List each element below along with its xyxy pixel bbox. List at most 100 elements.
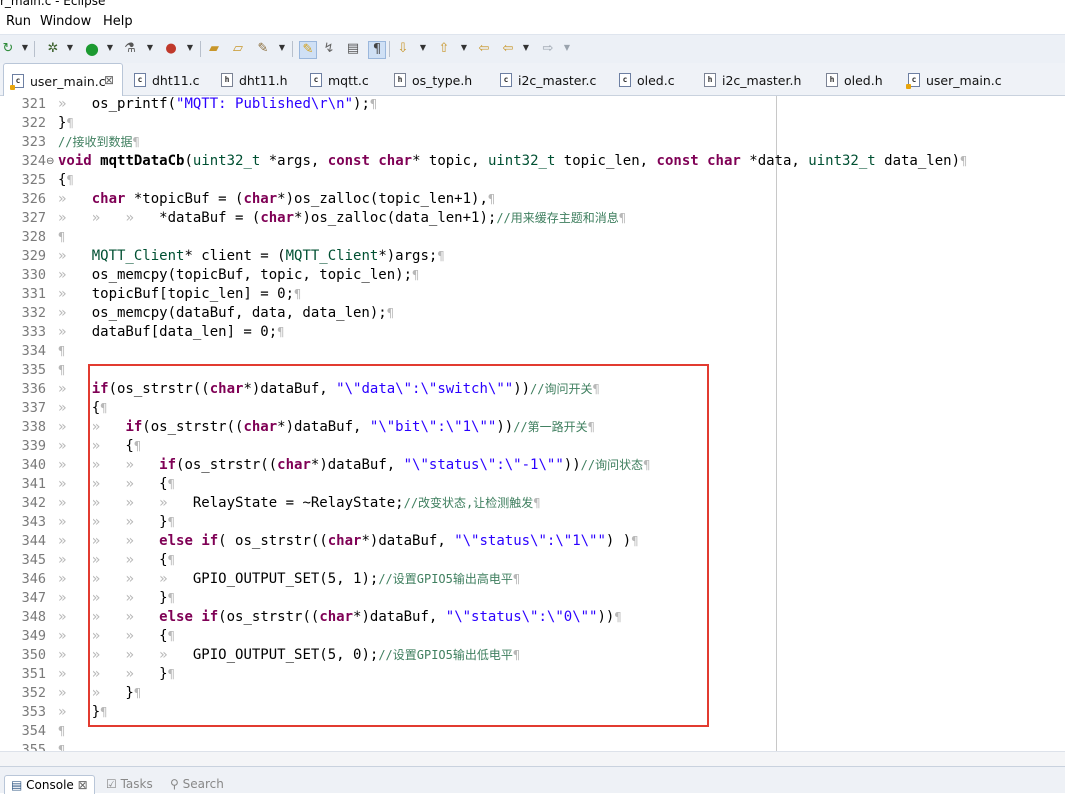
refresh-dropdown[interactable]: ▼ [21, 43, 29, 53]
editor-tab[interactable]: h dht11.h [213, 63, 295, 95]
wand-dropdown[interactable]: ▼ [278, 43, 286, 53]
search-icon: ⚲ [170, 777, 183, 791]
code-line[interactable]: 321 » os_printf("MQTT: Published\r\n");¶ [0, 96, 1065, 114]
header-file-icon: h [221, 73, 233, 87]
line-number: 345 [21, 552, 46, 568]
previous-annotation-icon[interactable]: ⇧ [436, 41, 452, 57]
window-title: r_main.c - Eclipse [0, 0, 106, 8]
close-icon[interactable]: ⊠ [104, 73, 114, 87]
tab-tasks[interactable]: ☑ Tasks [106, 777, 153, 793]
coverage-icon[interactable]: ● [163, 41, 179, 57]
run-dropdown[interactable]: ▼ [106, 43, 114, 53]
next-annotation-dropdown[interactable]: ▼ [419, 43, 427, 53]
forward-icon[interactable]: ⇨ [540, 41, 556, 57]
code-line[interactable]: 328 ¶ [0, 228, 1065, 247]
editor-tab[interactable]: c mqtt.c [302, 63, 378, 95]
line-number: 325 [21, 172, 46, 188]
editor-tab[interactable]: c i2c_master.c [492, 63, 604, 95]
line-number: 330 [21, 267, 46, 283]
back-icon[interactable]: ⇦ [500, 41, 516, 57]
code-text: * topic, [412, 153, 488, 169]
forward-dropdown[interactable]: ▼ [563, 43, 571, 53]
toggle-mark-icon[interactable]: ↯ [321, 41, 337, 57]
code-line[interactable]: 334 ¶ [0, 342, 1065, 361]
tab-label: dht11.c [152, 73, 200, 88]
tab-search[interactable]: ⚲ Search [170, 777, 224, 793]
editor-tab[interactable]: c dht11.c [126, 63, 206, 95]
pilcrow: ¶ [437, 249, 445, 263]
code-content: void mqttDataCb(uint32_t *args, const ch… [58, 152, 967, 171]
indent-guide: » [58, 400, 75, 416]
code-text: dataBuf[data_len] = 0; [74, 324, 278, 340]
back-dropdown[interactable]: ▼ [522, 43, 530, 53]
code-line[interactable]: 322}¶ [0, 114, 1065, 133]
tab-label: dht11.h [239, 73, 288, 88]
previous-annotation-dropdown[interactable]: ▼ [460, 43, 468, 53]
code-line[interactable]: 333 » dataBuf[data_len] = 0;¶ [0, 323, 1065, 342]
tab-console[interactable]: ▤ Console ⊠ [4, 775, 95, 794]
menu-help[interactable]: Help [103, 14, 133, 29]
code-line[interactable]: 332 » os_memcpy(dataBuf, data, data_len);… [0, 304, 1065, 323]
wand-icon[interactable]: ✎ [255, 41, 271, 57]
code-content: ¶ [58, 361, 65, 380]
indent-guide: » [58, 305, 75, 321]
fold-toggle-icon[interactable]: ⊖ [46, 152, 54, 171]
refresh-icon[interactable]: ↻ [0, 41, 16, 57]
show-whitespace-icon[interactable]: ¶ [368, 41, 386, 59]
indent-guide: » [58, 96, 75, 112]
coverage-dropdown[interactable]: ▼ [186, 43, 194, 53]
last-edit-icon[interactable]: ⇦ [476, 41, 492, 57]
line-number: 343 [21, 514, 46, 530]
menu-window[interactable]: Window [40, 14, 91, 29]
editor-tab[interactable]: c user_main.c ⊠ [3, 63, 123, 96]
keyword: const [327, 153, 370, 169]
code-line[interactable]: 325 {¶ [0, 171, 1065, 190]
code-content: ¶ [58, 342, 65, 361]
code-line[interactable]: 330 » os_memcpy(topicBuf, topic, topic_le… [0, 266, 1065, 285]
editor-tab[interactable]: c oled.c [611, 63, 689, 95]
external-tools-icon[interactable]: ⚗ [122, 41, 138, 57]
menu-run[interactable]: Run [6, 14, 31, 29]
line-number: 337 [21, 400, 46, 416]
code-line[interactable]: 329» MQTT_Client* client = (MQTT_Client*… [0, 247, 1065, 266]
debug-icon[interactable]: ✲ [45, 41, 61, 57]
external-tools-dropdown[interactable]: ▼ [146, 43, 154, 53]
editor-tab[interactable]: h oled.h [818, 63, 894, 95]
code-line[interactable]: 331 » topicBuf[topic_len] = 0;¶ [0, 285, 1065, 304]
indent-guide: » [58, 647, 75, 663]
comment: //用来缓存主题和消息 [496, 211, 619, 225]
code-content: //接收到数据¶ [58, 133, 140, 152]
editor-tab[interactable]: c user_main.c [900, 63, 1010, 95]
code-line[interactable]: 327 » » » *dataBuf = (char*)os_zalloc(dat… [0, 209, 1065, 228]
code-line[interactable]: 324 ⊖ void mqttDataCb(uint32_t *args, cons… [0, 152, 1065, 171]
keyword: char [378, 153, 413, 169]
debug-dropdown[interactable]: ▼ [66, 43, 74, 53]
code-line[interactable]: 326» char *topicBuf = (char*)os_zalloc(t… [0, 190, 1065, 209]
run-icon[interactable]: ● [84, 41, 100, 57]
next-annotation-icon[interactable]: ⇩ [395, 41, 411, 57]
open-folder-icon[interactable]: ▰ [206, 41, 222, 57]
code-text: ( [184, 153, 193, 169]
tasks-icon: ☑ [106, 777, 121, 791]
keyword: char [243, 191, 278, 207]
code-text: * client = ( [184, 248, 286, 264]
highlight-icon[interactable]: ✎ [299, 41, 317, 59]
keyword: void [58, 153, 92, 169]
pilcrow: ¶ [66, 116, 74, 130]
editor-tab[interactable]: h os_type.h [386, 63, 486, 95]
horizontal-scrollbar[interactable] [0, 751, 1065, 766]
code-editor[interactable]: 321» os_printf("MQTT: Published\r\n");¶ 3… [0, 96, 1065, 751]
pilcrow: ¶ [386, 306, 394, 320]
tab-label: user_main.c [30, 74, 106, 89]
indent-guide: » [58, 210, 75, 226]
editor-tab[interactable]: h i2c_master.h [696, 63, 812, 95]
code-line[interactable]: 355 ¶ [0, 741, 1065, 751]
indent-guide: » [125, 210, 143, 226]
open-file-icon[interactable]: ▱ [230, 41, 246, 57]
line-number: 327 [21, 210, 46, 226]
close-icon[interactable]: ⊠ [78, 778, 88, 792]
code-content: » os_memcpy(dataBuf, data, data_len);¶ [58, 304, 394, 323]
block-select-icon[interactable]: ▤ [345, 41, 361, 57]
code-content: » MQTT_Client* client = (MQTT_Client*)ar… [58, 247, 445, 266]
code-line[interactable]: 323 //接收到数据¶ [0, 133, 1065, 152]
